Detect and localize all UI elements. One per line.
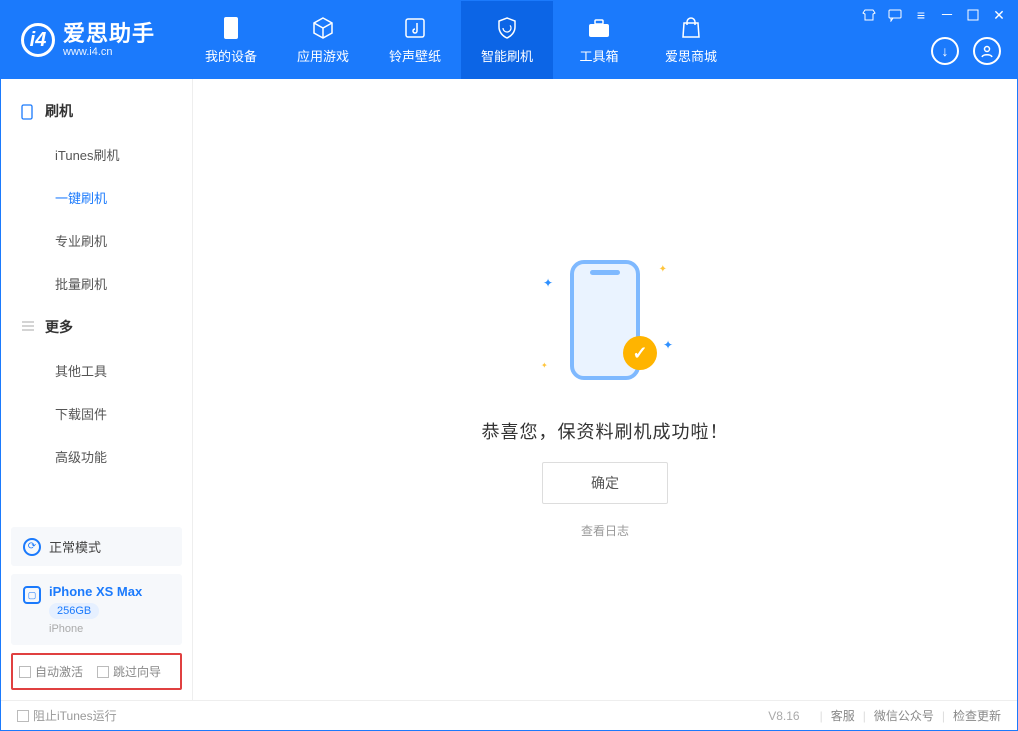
sidebar-item-pro-flash[interactable]: 专业刷机 [1,219,192,262]
minimize-icon[interactable]: － [939,7,955,23]
feedback-icon[interactable] [887,7,903,23]
tabs: 我的设备 应用游戏 铃声壁纸 智能刷机 工具箱 爱思商城 [185,1,737,79]
tab-label: 铃声壁纸 [389,46,441,65]
mode-icon: ⟳ [23,538,41,556]
sidebar-item-download-firmware[interactable]: 下载固件 [1,392,192,435]
device-type: iPhone [49,623,142,635]
brand-url: www.i4.cn [63,46,155,58]
music-icon [403,16,427,40]
user-icon[interactable] [973,37,1001,65]
sparkle-icon: ✦ [541,361,548,370]
sidebar-bottom: ⟳ 正常模式 ▢ iPhone XS Max 256GB iPhone 自动激活 [1,517,192,700]
checkbox-skip-wizard[interactable]: 跳过向导 [97,663,161,680]
sidebar-item-oneclick-flash[interactable]: 一键刷机 [1,176,192,219]
body: 刷机 iTunes刷机 一键刷机 专业刷机 批量刷机 更多 其他工具 下载固件 … [1,79,1017,700]
mode-label: 正常模式 [49,537,101,556]
footer: 阻止iTunes运行 V8.16 | 客服 | 微信公众号 | 检查更新 [1,700,1017,730]
success-card: ✓ ✦ ✦ ✦ ✦ 恭喜您，保资料刷机成功啦！ 确定 查看日志 [482,240,729,539]
maximize-icon[interactable] [965,7,981,23]
ok-button[interactable]: 确定 [542,462,668,504]
sidebar-item-advanced[interactable]: 高级功能 [1,435,192,478]
menu-icon[interactable]: ≡ [913,7,929,23]
success-illustration: ✓ ✦ ✦ ✦ ✦ [525,240,685,400]
footer-right: V8.16 | 客服 | 微信公众号 | 检查更新 [768,707,1001,724]
sidebar-scroll: 刷机 iTunes刷机 一键刷机 专业刷机 批量刷机 更多 其他工具 下载固件 … [1,79,192,517]
checkbox-icon [97,666,109,678]
sidebar-item-other-tools[interactable]: 其他工具 [1,349,192,392]
main-content: ✓ ✦ ✦ ✦ ✦ 恭喜您，保资料刷机成功啦！ 确定 查看日志 [193,79,1017,700]
sparkle-icon: ✦ [659,264,667,275]
tab-store[interactable]: 爱思商城 [645,1,737,79]
version-label: V8.16 [768,709,799,723]
checkbox-icon [17,710,29,722]
list-icon [21,320,35,334]
device-box[interactable]: ▢ iPhone XS Max 256GB iPhone [11,574,182,645]
checkbox-block-itunes[interactable]: 阻止iTunes运行 [17,707,117,724]
sidebar-item-itunes-flash[interactable]: iTunes刷机 [1,133,192,176]
device-icon [219,16,243,40]
logo-icon: i4 [21,23,55,57]
download-icon[interactable]: ↓ [931,37,959,65]
logo[interactable]: i4 爱思助手 www.i4.cn [21,1,155,79]
check-update-link[interactable]: 检查更新 [953,707,1001,724]
options-highlight: 自动激活 跳过向导 [11,653,182,690]
device-info: iPhone XS Max 256GB iPhone [49,584,142,635]
separator: | [820,709,823,723]
header: i4 爱思助手 www.i4.cn 我的设备 应用游戏 铃声壁纸 智能刷机 工具… [1,1,1017,79]
sparkle-icon: ✦ [663,338,673,352]
group-title: 刷机 [45,101,73,121]
wechat-link[interactable]: 微信公众号 [874,707,934,724]
checkbox-label: 跳过向导 [113,663,161,680]
tab-label: 应用游戏 [297,46,349,65]
cube-icon [311,16,335,40]
separator: | [942,709,945,723]
sidebar-item-batch-flash[interactable]: 批量刷机 [1,262,192,305]
group-title: 更多 [45,317,73,337]
checkbox-label: 阻止iTunes运行 [33,707,117,724]
success-message: 恭喜您，保资料刷机成功啦！ [482,418,729,444]
checkbox-label: 自动激活 [35,663,83,680]
sparkle-icon: ✦ [543,276,553,290]
tab-label: 爱思商城 [665,46,717,65]
tab-ringtones[interactable]: 铃声壁纸 [369,1,461,79]
brand-name: 爱思助手 [63,22,155,46]
device-icon: ▢ [23,586,41,604]
device-storage: 256GB [49,603,99,619]
sidebar: 刷机 iTunes刷机 一键刷机 专业刷机 批量刷机 更多 其他工具 下载固件 … [1,79,193,700]
view-log-link[interactable]: 查看日志 [581,522,629,539]
shield-refresh-icon [495,16,519,40]
tab-apps[interactable]: 应用游戏 [277,1,369,79]
tab-label: 工具箱 [580,46,619,65]
separator: | [863,709,866,723]
bag-icon [679,16,703,40]
tab-toolbox[interactable]: 工具箱 [553,1,645,79]
check-badge-icon: ✓ [623,336,657,370]
logo-text: 爱思助手 www.i4.cn [63,22,155,58]
device-name: iPhone XS Max [49,584,142,599]
tab-flash[interactable]: 智能刷机 [461,1,553,79]
tab-label: 智能刷机 [481,46,533,65]
sidebar-group-flash[interactable]: 刷机 [1,89,192,133]
checkbox-auto-activate[interactable]: 自动激活 [19,663,83,680]
sidebar-group-more[interactable]: 更多 [1,305,192,349]
tab-label: 我的设备 [205,46,257,65]
window-controls: ≡ － ✕ [861,7,1007,23]
tab-my-device[interactable]: 我的设备 [185,1,277,79]
close-icon[interactable]: ✕ [991,7,1007,23]
account-controls: ↓ [931,37,1001,65]
toolbox-icon [587,16,611,40]
mode-box[interactable]: ⟳ 正常模式 [11,527,182,566]
phone-icon [21,104,35,118]
support-link[interactable]: 客服 [831,707,855,724]
checkbox-icon [19,666,31,678]
skin-icon[interactable] [861,7,877,23]
